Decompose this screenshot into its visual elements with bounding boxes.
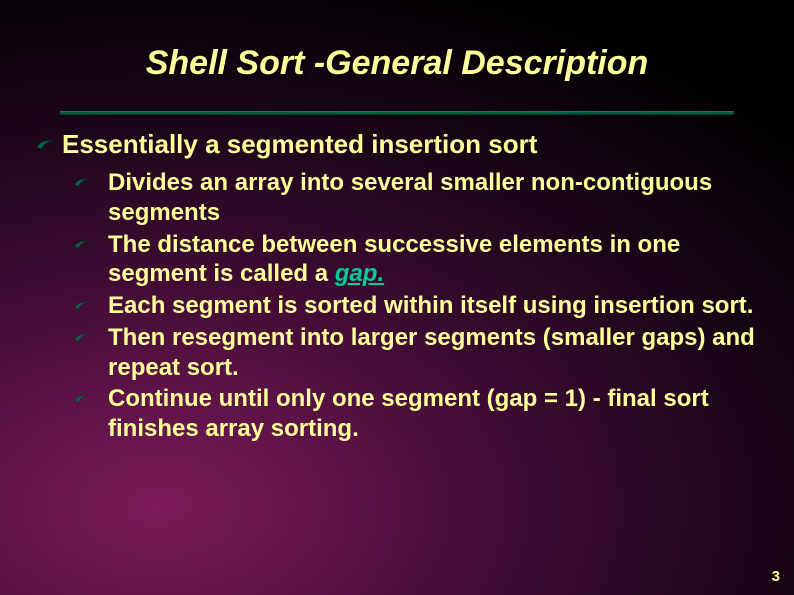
emphasized-term: gap. bbox=[335, 260, 384, 287]
sub-bullet-text: Each segment is sorted within itself usi… bbox=[108, 291, 753, 321]
main-bullet-item: Essentially a segmented insertion sort bbox=[30, 129, 764, 160]
swoosh-bullet-icon bbox=[30, 129, 62, 151]
slide-body: Essentially a segmented insertion sort D… bbox=[0, 115, 794, 444]
sub-bullet-item: Divides an array into several smaller no… bbox=[72, 168, 764, 228]
sub-bullet-item: Continue until only one segment (gap = 1… bbox=[72, 384, 764, 444]
sub-bullet-text: Then resegment into larger segments (sma… bbox=[108, 323, 764, 383]
sub-bullet-list: Divides an array into several smaller no… bbox=[30, 168, 764, 444]
swoosh-bullet-icon bbox=[72, 168, 108, 188]
sub-bullet-item: Then resegment into larger segments (sma… bbox=[72, 323, 764, 383]
swoosh-bullet-icon bbox=[72, 323, 108, 343]
swoosh-bullet-icon bbox=[72, 291, 108, 311]
swoosh-bullet-icon bbox=[72, 230, 108, 250]
slide-title: Shell Sort -General Description bbox=[0, 0, 794, 83]
sub-bullet-item: The distance between successive elements… bbox=[72, 230, 764, 290]
sub-bullet-text: The distance between successive elements… bbox=[108, 230, 764, 290]
sub-bullet-item: Each segment is sorted within itself usi… bbox=[72, 291, 764, 321]
main-bullet-text: Essentially a segmented insertion sort bbox=[62, 129, 537, 160]
sub-bullet-text: Divides an array into several smaller no… bbox=[108, 168, 764, 228]
swoosh-bullet-icon bbox=[72, 384, 108, 404]
sub-bullet-text: Continue until only one segment (gap = 1… bbox=[108, 384, 764, 444]
page-number: 3 bbox=[772, 568, 780, 585]
